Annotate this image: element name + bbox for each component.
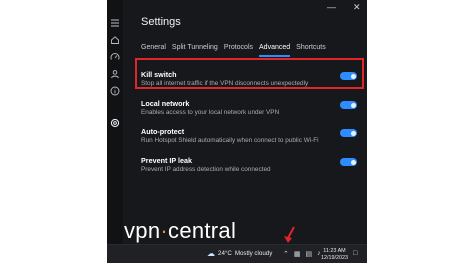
settings-icon[interactable]	[110, 118, 120, 128]
account-icon[interactable]	[110, 69, 120, 79]
home-icon[interactable]	[110, 35, 120, 45]
setting-local-network: Local network Enables access to your loc…	[141, 99, 357, 117]
setting-prevent-ip-leak: Prevent IP leak Prevent IP address detec…	[141, 156, 357, 174]
cloud-icon: ☁	[207, 249, 215, 258]
speed-icon[interactable]	[110, 52, 120, 62]
close-button[interactable]: ✕	[353, 2, 361, 12]
setting-description: Prevent IP address detection while conne…	[141, 166, 271, 173]
watermark-logo: vpn·central	[124, 220, 236, 242]
clock-date: 12/19/2023	[321, 254, 348, 261]
page-title: Settings	[141, 16, 181, 28]
watermark-part2: central	[168, 218, 237, 243]
weather-widget[interactable]: ☁ 24°C Mostly cloudy	[207, 249, 272, 258]
chevron-up-icon[interactable]: ⌃	[283, 250, 289, 258]
kill-switch-highlight-box	[135, 58, 364, 89]
setting-name: Auto-protect	[141, 127, 185, 136]
vpn-tray-icon[interactable]: ▦	[294, 250, 301, 258]
setting-name: Local network	[141, 99, 190, 108]
menu-icon[interactable]	[110, 18, 120, 28]
tab-protocols[interactable]: Protocols	[224, 43, 253, 57]
local-network-toggle[interactable]	[340, 101, 357, 109]
setting-name: Prevent IP leak	[141, 156, 193, 165]
tab-advanced[interactable]: Advanced	[259, 43, 291, 57]
clock-time: 11:23 AM	[323, 248, 346, 254]
settings-window: — ✕ Settings General Split Tunneling Pro…	[107, 0, 367, 244]
minimize-button[interactable]: —	[327, 2, 336, 12]
tab-shortcuts[interactable]: Shortcuts	[296, 43, 326, 57]
tab-bar: General Split Tunneling Protocols Advanc…	[141, 43, 326, 57]
watermark-dot: ·	[160, 218, 169, 243]
info-icon[interactable]	[110, 86, 120, 96]
setting-description: Enables access to your local network und…	[141, 109, 280, 116]
auto-protect-toggle[interactable]	[340, 129, 357, 137]
taskbar-clock[interactable]: 11:23 AM 12/19/2023	[321, 248, 348, 261]
system-tray: ⌃ ▦ ▤ ♪	[283, 250, 321, 258]
network-icon[interactable]: ▤	[306, 250, 313, 258]
watermark-part1: vpn	[124, 218, 161, 243]
weather-description: Mostly cloudy	[234, 250, 273, 257]
tab-general[interactable]: General	[141, 43, 166, 57]
red-arrow-icon	[284, 226, 295, 243]
setting-description: Run Hotspot Shield automatically when co…	[141, 137, 319, 144]
prevent-ip-leak-toggle[interactable]	[340, 158, 357, 166]
taskbar: ☁ 24°C Mostly cloudy ⌃ ▦ ▤ ♪ 11:23 AM 12…	[107, 244, 367, 263]
weather-temperature: 24°C	[218, 250, 232, 257]
notification-icon[interactable]: □	[353, 250, 357, 257]
tab-split-tunneling[interactable]: Split Tunneling	[172, 43, 218, 57]
setting-auto-protect: Auto-protect Run Hotspot Shield automati…	[141, 127, 357, 145]
sidebar	[107, 0, 123, 244]
